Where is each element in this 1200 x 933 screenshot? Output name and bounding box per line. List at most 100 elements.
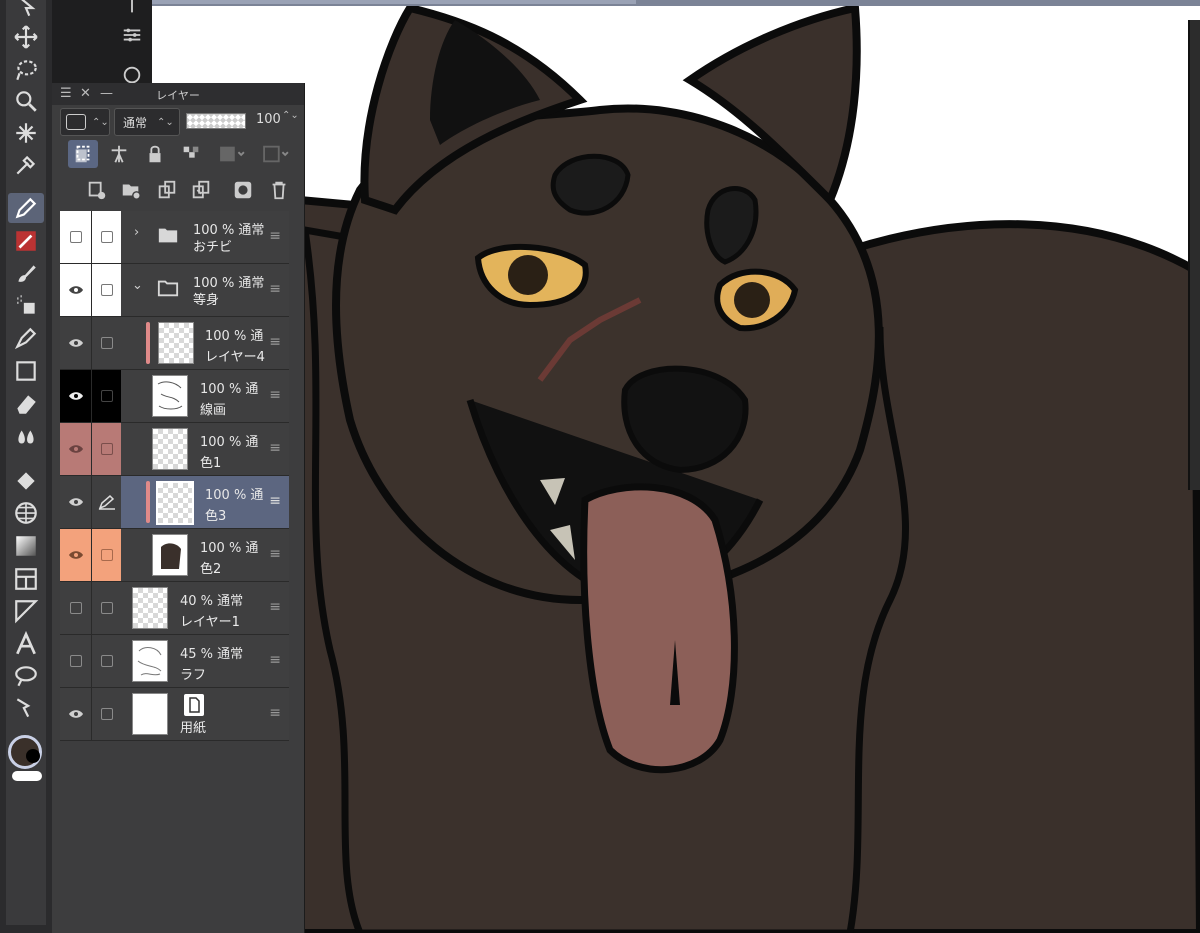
layer-row[interactable]: 100 % 通 色1 ≡: [60, 423, 289, 476]
trash-icon: [272, 181, 286, 200]
pen-icon: [15, 197, 37, 219]
drag-handle-icon[interactable]: ≡: [269, 705, 281, 721]
scroll-thumb[interactable]: [152, 0, 636, 4]
layer-row[interactable]: 45 % 通常 ラフ ≡: [60, 635, 289, 688]
drag-handle-icon[interactable]: ≡: [269, 281, 281, 297]
gradient-icon: [16, 536, 36, 556]
blend-tool[interactable]: [8, 422, 44, 452]
layer-row[interactable]: 40 % 通常 レイヤー1 ≡: [60, 582, 289, 635]
edit-target-toggle[interactable]: [92, 582, 121, 634]
drag-handle-icon[interactable]: ≡: [269, 599, 281, 615]
sub-color-swatch[interactable]: [26, 749, 40, 763]
merge-with-lower-layer-button[interactable]: [186, 176, 216, 204]
decoration-tool[interactable]: [8, 323, 44, 353]
brush-tool[interactable]: [8, 258, 44, 288]
text-a-icon: [16, 631, 36, 655]
edit-target-toggle[interactable]: [92, 317, 121, 369]
new-raster-layer-button[interactable]: [82, 176, 112, 204]
zoom-tool[interactable]: [8, 86, 44, 116]
visibility-toggle[interactable]: [60, 635, 92, 687]
edit-target-toggle[interactable]: [92, 476, 121, 528]
edit-target-toggle[interactable]: [92, 635, 121, 687]
layer-thumbnail: [132, 640, 168, 682]
edit-target-toggle[interactable]: [92, 264, 121, 316]
subtool-share[interactable]: [112, 0, 152, 20]
spinner-arrows-icon[interactable]: ⌃⌄: [282, 110, 299, 121]
correct-line-tool[interactable]: [8, 693, 44, 723]
edit-target-toggle[interactable]: [92, 423, 121, 475]
lasso-select-tool[interactable]: [8, 55, 44, 85]
figure-tool[interactable]: [8, 356, 44, 386]
edit-checkbox: [100, 443, 113, 455]
drag-handle-icon[interactable]: ≡: [269, 228, 281, 244]
visibility-toggle[interactable]: [60, 423, 92, 475]
edit-target-toggle[interactable]: [92, 529, 121, 581]
gradient-tool[interactable]: [8, 498, 44, 528]
visibility-toggle[interactable]: [60, 582, 92, 634]
edit-target-toggle[interactable]: [92, 211, 121, 263]
drag-handle-icon[interactable]: ≡: [269, 440, 281, 456]
drag-handle-icon[interactable]: ≡: [269, 387, 281, 403]
eye-icon: [68, 551, 83, 559]
airbrush-tool[interactable]: [8, 290, 44, 320]
frame-border-tool[interactable]: [8, 564, 44, 594]
clip-lower-layer-button[interactable]: [68, 140, 98, 168]
pen-tool[interactable]: [8, 193, 44, 223]
drag-handle-icon[interactable]: ≡: [269, 652, 281, 668]
drag-handle-icon[interactable]: ≡: [269, 493, 281, 509]
lock-layer-button[interactable]: [140, 140, 170, 168]
edit-checkbox: [100, 337, 113, 349]
layer-row[interactable]: 100 % 通 色2 ≡: [60, 529, 289, 582]
visibility-toggle[interactable]: [60, 688, 92, 740]
visibility-toggle[interactable]: [60, 476, 92, 528]
visibility-toggle[interactable]: [60, 317, 92, 369]
layer-row[interactable]: 100 % 通 線画 ≡: [60, 370, 289, 423]
lock-transparency-button[interactable]: [176, 140, 206, 168]
transparent-color-toggle[interactable]: [12, 771, 42, 781]
new-folder-button[interactable]: [116, 176, 146, 204]
layer-row[interactable]: 100 % 通 レイヤー4 ≡: [60, 317, 289, 370]
chevron-right-icon[interactable]: ›: [134, 225, 139, 240]
eraser-tool[interactable]: [8, 389, 44, 419]
layer-name: レイヤー1: [180, 615, 240, 630]
visibility-toggle[interactable]: [60, 529, 92, 581]
pencil-tool[interactable]: [8, 226, 44, 256]
mask-enable-button[interactable]: [212, 140, 252, 168]
balloon-tool[interactable]: [8, 661, 44, 691]
select-arrow-tool[interactable]: [8, 0, 44, 22]
gradation-tool[interactable]: [8, 531, 44, 561]
opacity-value[interactable]: 100: [256, 112, 281, 127]
ruler-tool[interactable]: [8, 596, 44, 626]
lighthouse-icon: [111, 145, 127, 163]
visibility-toggle[interactable]: [60, 211, 92, 263]
layer-row-selected[interactable]: 100 % 通 色3 ≡: [60, 476, 289, 529]
reference-layer-button[interactable]: [104, 140, 134, 168]
opacity-slider[interactable]: [186, 113, 246, 129]
text-tool[interactable]: [8, 629, 44, 659]
drag-handle-icon[interactable]: ≡: [269, 334, 281, 350]
layer-color-selector[interactable]: ⌃⌄: [60, 108, 110, 136]
create-layer-mask-button[interactable]: [228, 176, 258, 204]
edit-target-toggle[interactable]: [92, 688, 121, 740]
canvas-scrollbar-top[interactable]: [152, 0, 1200, 6]
edit-target-toggle[interactable]: [92, 370, 121, 422]
layer-opacity-mode: 45 % 通常: [180, 647, 244, 662]
grid-globe-icon: [15, 502, 37, 524]
layer-row[interactable]: ⌄ 100 % 通常 等身 ≡: [60, 264, 289, 317]
layer-opacity-mode: 100 % 通: [200, 382, 259, 397]
fill-tool[interactable]: [8, 466, 44, 496]
blend-mode-select[interactable]: 通常 ⌃⌄: [114, 108, 180, 136]
move-tool[interactable]: [8, 22, 44, 52]
drag-handle-icon[interactable]: ≡: [269, 546, 281, 562]
layer-row[interactable]: 用紙 ≡: [60, 688, 289, 741]
layer-row[interactable]: › 100 % 通常 おチビ ≡: [60, 211, 289, 264]
chevron-down-icon[interactable]: ⌄: [132, 278, 143, 293]
transfer-to-lower-layer-button[interactable]: [152, 176, 182, 204]
delete-layer-button[interactable]: [264, 176, 294, 204]
subtool-settings[interactable]: [112, 20, 152, 50]
auto-select-tool[interactable]: [8, 118, 44, 148]
visibility-toggle[interactable]: [60, 264, 92, 316]
ruler-range-button[interactable]: [256, 140, 296, 168]
visibility-toggle[interactable]: [60, 370, 92, 422]
eyedropper-tool[interactable]: [8, 150, 44, 180]
